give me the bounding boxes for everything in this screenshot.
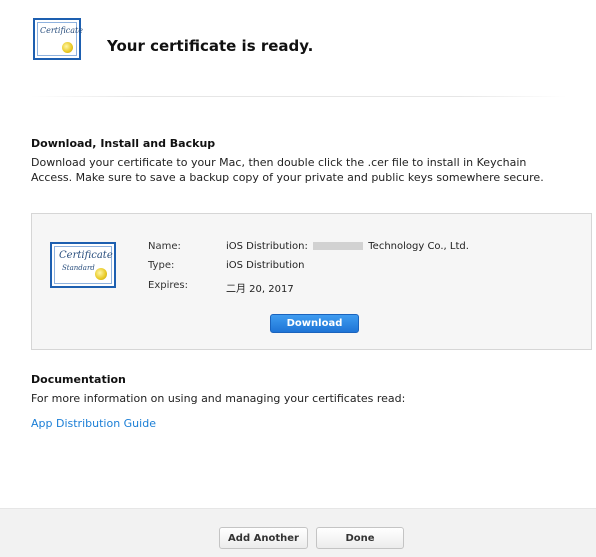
download-button[interactable]: Download [270,314,359,333]
header-divider [30,96,566,97]
page-header: Certificate Your certificate is ready. [0,0,596,100]
footer-bar: Add Another Done [0,508,596,557]
certificate-icon: Certificate Standard [50,242,116,288]
name-value-suffix: Technology Co., Ltd. [365,241,469,252]
seal-icon [62,42,73,53]
certificate-icon-script: Certificate [40,26,83,35]
certificate-icon-script: Certificate [59,250,113,261]
done-button[interactable]: Done [316,527,404,549]
name-value: iOS Distribution: Technology Co., Ltd. [226,241,469,252]
expires-label: Expires: [148,280,188,291]
page-title: Your certificate is ready. [107,37,314,55]
certificate-icon: Certificate [33,18,83,60]
certificate-panel: Certificate Standard Name: iOS Distribut… [31,213,592,350]
redacted-text [313,242,364,250]
certificate-ready-page: Certificate Your certificate is ready. D… [0,0,596,557]
name-value-prefix: iOS Distribution: [226,241,312,252]
name-label: Name: [148,241,181,252]
type-value: iOS Distribution [226,260,305,271]
download-section-heading: Download, Install and Backup [31,137,216,150]
download-section-text: Download your certificate to your Mac, t… [31,156,544,184]
add-another-button[interactable]: Add Another [219,527,308,549]
type-label: Type: [148,260,175,271]
seal-icon [95,268,107,280]
documentation-text: For more information on using and managi… [31,392,406,405]
certificate-icon-subscript: Standard [62,264,95,272]
expires-value: 二月 20, 2017 [226,284,294,295]
documentation-heading: Documentation [31,373,126,386]
app-distribution-guide-link[interactable]: App Distribution Guide [31,417,156,430]
